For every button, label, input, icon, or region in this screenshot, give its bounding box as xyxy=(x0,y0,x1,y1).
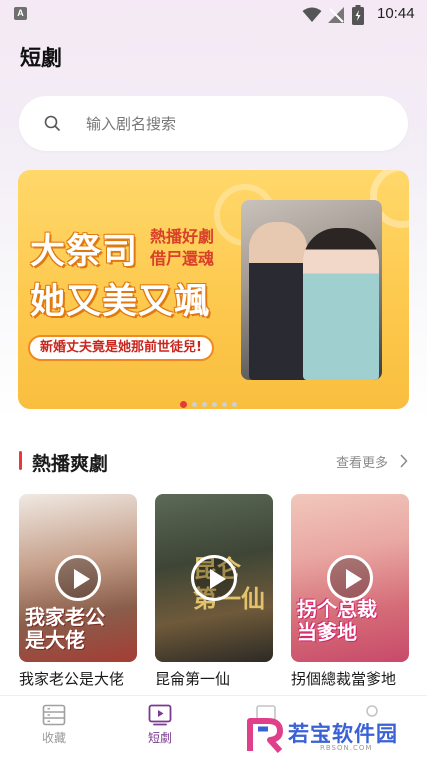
poster-title-art: 我家老公 是大佬 xyxy=(25,606,105,652)
app-notification-icon: A xyxy=(14,7,27,20)
chevron-right-icon[interactable] xyxy=(399,454,408,468)
drama-poster[interactable]: 昆仑 第一仙 xyxy=(155,494,273,662)
tab-label: 收藏 xyxy=(41,731,66,745)
section-accent-bar xyxy=(19,451,22,470)
search-icon xyxy=(44,115,60,131)
banner-headline-2: 她又美又颯 xyxy=(30,282,211,322)
wifi-icon xyxy=(302,7,322,22)
poster-text-line: 我家老公 xyxy=(25,605,105,629)
battery-icon xyxy=(352,5,364,25)
carousel-dot[interactable] xyxy=(232,402,237,407)
poster-text-line: 当爹地 xyxy=(297,620,357,644)
poster-text-line: 是大佬 xyxy=(25,628,85,652)
drama-title[interactable]: 拐個總裁當爹地 xyxy=(291,668,409,689)
watermark-url: RBSON.COM xyxy=(320,744,373,752)
banner-tag-2: 借尸還魂 xyxy=(150,249,215,268)
carousel-dot-active[interactable] xyxy=(180,401,187,408)
section-title: 熱播爽劇 xyxy=(32,453,109,475)
see-more-link[interactable]: 查看更多 xyxy=(336,452,388,471)
tab-label: 短劇 xyxy=(147,731,172,745)
banner-tag-1: 熱播好劇 xyxy=(150,227,215,246)
drama-poster[interactable]: 我家老公 是大佬 xyxy=(19,494,137,662)
play-icon[interactable] xyxy=(191,555,237,601)
drama-card[interactable]: 拐个总裁 当爹地 拐個總裁當爹地 xyxy=(291,494,409,689)
poster-title-art: 拐个总裁 当爹地 xyxy=(297,598,377,644)
bookmark-list-icon xyxy=(42,704,66,726)
drama-title[interactable]: 我家老公是大佬 xyxy=(19,668,137,689)
tab-short-drama[interactable]: 短劇 xyxy=(120,704,200,746)
watermark-r-icon xyxy=(247,718,283,753)
signal-off-icon xyxy=(328,7,344,23)
drama-title[interactable]: 昆侖第一仙 xyxy=(155,668,273,689)
banner-image xyxy=(241,200,382,380)
carousel-dot[interactable] xyxy=(202,402,207,407)
drama-card[interactable]: 昆仑 第一仙 昆侖第一仙 xyxy=(155,494,273,689)
carousel-indicator xyxy=(180,394,242,408)
drama-card[interactable]: 我家老公 是大佬 我家老公是大佬 xyxy=(19,494,137,689)
banner-headline-1: 大祭司 xyxy=(30,232,139,272)
poster-text-line: 拐个总裁 xyxy=(297,597,377,621)
drama-poster[interactable]: 拐个总裁 当爹地 xyxy=(291,494,409,662)
carousel-dot[interactable] xyxy=(212,402,217,407)
banner-actress-figure xyxy=(303,228,379,380)
watermark-logo: 若宝软件园 RBSON.COM xyxy=(246,716,416,756)
carousel-dot[interactable] xyxy=(222,402,227,407)
status-bar: A 10:44 xyxy=(0,0,427,30)
banner-actor-figure xyxy=(249,222,307,380)
carousel-dot[interactable] xyxy=(192,402,197,407)
tab-favorites[interactable]: 收藏 xyxy=(14,704,94,746)
search-bar[interactable]: 输入剧名搜索 xyxy=(19,96,408,151)
page-title: 短劇 xyxy=(20,46,62,70)
banner-subtitle: 新婚丈夫竟是她那前世徒兒! xyxy=(28,335,214,361)
clock: 10:44 xyxy=(377,5,415,22)
play-tv-icon xyxy=(148,704,172,726)
play-icon[interactable] xyxy=(327,555,373,601)
featured-banner[interactable]: 大祭司 熱播好劇 借尸還魂 她又美又颯 新婚丈夫竟是她那前世徒兒! xyxy=(18,170,409,409)
play-icon[interactable] xyxy=(55,555,101,601)
search-placeholder[interactable]: 输入剧名搜索 xyxy=(86,113,176,134)
